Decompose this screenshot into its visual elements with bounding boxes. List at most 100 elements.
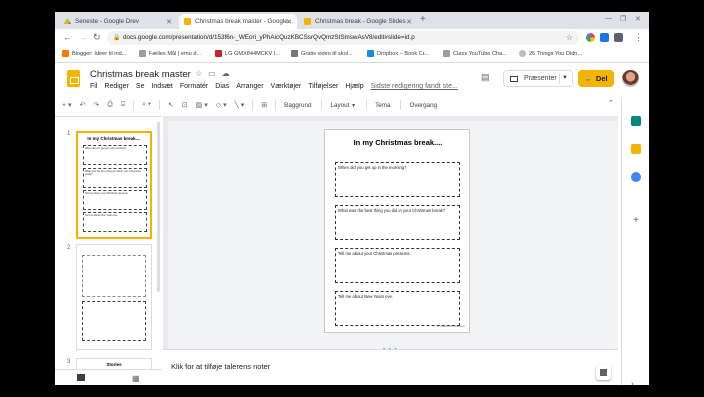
text-box[interactable]: When did you get up in the morning? <box>335 162 460 197</box>
toolbar: + ▾ ↶ ↷ ⎙ ⌹ ⌕ ▾ ↖ ⊡ ▨ ▾ ◇ ▾ ╲ ▾ ⊞ Baggru… <box>62 98 617 112</box>
slide-editor[interactable]: In my Christmas break.... When did you g… <box>324 129 470 333</box>
chevron-down-icon: ▼ <box>351 102 357 109</box>
bookmark-item[interactable]: 25 Things You Didn... <box>519 50 582 57</box>
add-addon-icon[interactable]: + <box>631 216 641 226</box>
bookmark-item[interactable]: Gratis video til skol... <box>291 50 353 57</box>
tab-christmas-break[interactable]: Christmas break - Google Slides ✕ <box>299 14 417 29</box>
avatar[interactable] <box>622 70 639 87</box>
star-icon[interactable]: ☆ <box>195 69 208 78</box>
select-arrow-icon[interactable]: ↖ <box>168 101 174 109</box>
text-box[interactable]: What was the best thing you did in your … <box>335 205 460 240</box>
bookmark-item[interactable]: Dropbox – Book Cr... <box>367 50 429 57</box>
menu-arrange[interactable]: Arranger <box>236 83 263 90</box>
google-drive-icon <box>64 18 71 24</box>
comment-add-icon[interactable]: ⊞ <box>261 101 267 109</box>
divider <box>158 100 160 110</box>
menu-insert[interactable]: Indsæt <box>151 83 172 90</box>
calendar-icon[interactable] <box>631 116 641 126</box>
menu-help[interactable]: Hjælp <box>345 83 363 90</box>
puzzle-icon[interactable] <box>614 33 623 42</box>
present-button[interactable]: Præsenter ▼ <box>503 70 573 87</box>
youtube-icon <box>443 50 450 57</box>
chevron-down-icon[interactable]: ▼ <box>562 75 568 81</box>
address-bar[interactable]: 🔒 docs.google.com/presentation/d/153f6n-… <box>107 31 579 45</box>
redo-icon[interactable]: ↷ <box>93 101 99 109</box>
minimize-icon[interactable]: — <box>605 15 612 22</box>
grid-view-icon[interactable]: ▦ <box>132 374 140 383</box>
filmstrip-view-switch: ▦ <box>55 369 162 385</box>
chrome-extension-icon[interactable] <box>586 33 595 42</box>
tab-drive[interactable]: Seneste - Google Drev ✕ <box>59 14 177 29</box>
google-slides-icon <box>184 18 191 25</box>
background-button[interactable]: Baggrund <box>284 102 311 109</box>
slide-thumbnail-1[interactable]: In my Christmas break.... When did you g… <box>76 131 152 239</box>
menu-format[interactable]: Formatér <box>180 83 208 90</box>
bookmark-item[interactable]: Class YouTube Cha... <box>443 50 507 57</box>
resize-handle[interactable]: • • • <box>383 347 398 353</box>
text-box-icon[interactable]: ⊡ <box>182 101 188 109</box>
extension-icon[interactable] <box>600 33 609 42</box>
side-panel: + › <box>621 98 649 385</box>
bookmark-star-icon[interactable]: ☆ <box>566 31 573 45</box>
tab-christmas-break-master[interactable]: Christmas break master - Google... ✕ <box>179 14 297 29</box>
tab-label: Christmas break - Google Slides <box>315 18 406 25</box>
more-vert-icon[interactable]: ⋮ <box>634 32 643 43</box>
chevron-right-icon[interactable]: › <box>631 379 634 385</box>
share-button[interactable]: 🔒 Del <box>578 70 614 87</box>
bookmark-item[interactable]: LG GMX844MCKV I... <box>215 50 280 57</box>
zoom-icon[interactable]: ⌕ ▾ <box>142 101 151 109</box>
thumbnail-box: Tell me about New Years eve. <box>83 212 147 232</box>
document-title[interactable]: Christmas break master <box>90 69 191 80</box>
undo-icon[interactable]: ↶ <box>80 101 86 109</box>
transition-button[interactable]: Overgang <box>409 102 437 109</box>
filmstrip-scrollbar[interactable] <box>157 122 160 292</box>
paint-format-icon[interactable]: ⌹ <box>121 101 125 109</box>
restore-icon[interactable]: ❐ <box>620 15 626 23</box>
menu-tools[interactable]: Værktøjer <box>271 83 302 90</box>
menu-addons[interactable]: Tilføjelser <box>308 83 338 90</box>
bookmark-item[interactable]: Blogger: Ideer til ind... <box>62 50 126 57</box>
menu-view[interactable]: Se <box>136 83 145 90</box>
new-tab-button[interactable]: + <box>420 14 426 25</box>
last-edit-link[interactable]: Sidste redigering fandt ste... <box>371 83 458 90</box>
forward-arrow-icon[interactable]: → <box>78 32 87 42</box>
slide-canvas: In my Christmas break.... When did you g… <box>163 116 618 349</box>
slide-title[interactable]: In my Christmas break.... <box>325 138 471 147</box>
collapse-toolbar-icon[interactable]: ⌃ <box>608 99 614 107</box>
text-box[interactable]: Tell me about your Christmas presents. <box>335 248 460 283</box>
bookmark-item[interactable]: Fælles Mål | emu d... <box>139 50 201 57</box>
list-view-icon[interactable] <box>77 374 85 381</box>
print-icon[interactable]: ⎙ <box>107 101 113 109</box>
thumbnail-box <box>82 301 146 341</box>
close-icon[interactable]: ✕ <box>406 18 412 26</box>
lg-icon <box>215 50 222 57</box>
keep-icon[interactable] <box>631 144 641 154</box>
reload-icon[interactable]: ↻ <box>93 32 101 43</box>
folder-icon[interactable]: ▭ <box>208 69 222 78</box>
layout-button[interactable]: Layout ▼ <box>330 102 356 109</box>
close-icon[interactable]: ✕ <box>286 18 292 26</box>
new-slide-icon[interactable]: + ▾ <box>62 101 72 109</box>
back-arrow-icon[interactable]: ← <box>63 32 72 42</box>
google-slides-icon <box>304 18 311 25</box>
speaker-notes-placeholder[interactable]: Klik for at tilføje talerens noter <box>171 362 270 371</box>
close-window-icon[interactable]: ✕ <box>635 15 641 23</box>
comment-icon[interactable]: ▤ <box>481 72 490 83</box>
speaker-notes[interactable]: • • • Klik for at tilføje talerens noter <box>163 347 618 385</box>
shape-icon[interactable]: ◇ ▾ <box>216 101 227 109</box>
slide-thumbnail-2[interactable] <box>76 244 152 350</box>
line-icon[interactable]: ╲ ▾ <box>235 101 245 109</box>
slides-logo-icon[interactable] <box>67 70 80 87</box>
menu-slide[interactable]: Dias <box>215 83 229 90</box>
blogger-icon <box>62 50 69 57</box>
tasks-icon[interactable] <box>631 172 641 182</box>
explore-icon[interactable] <box>596 365 611 380</box>
text-box[interactable]: Tell me about New Years eve. <box>335 291 460 326</box>
theme-button[interactable]: Tema <box>375 102 390 109</box>
url-text: docs.google.com/presentation/d/153f6n-_W… <box>123 34 415 41</box>
menu-file[interactable]: Fil <box>90 83 97 90</box>
divider <box>133 100 135 110</box>
image-icon[interactable]: ▨ ▾ <box>196 101 208 109</box>
menu-edit[interactable]: Rediger <box>104 83 129 90</box>
close-icon[interactable]: ✕ <box>166 18 172 26</box>
